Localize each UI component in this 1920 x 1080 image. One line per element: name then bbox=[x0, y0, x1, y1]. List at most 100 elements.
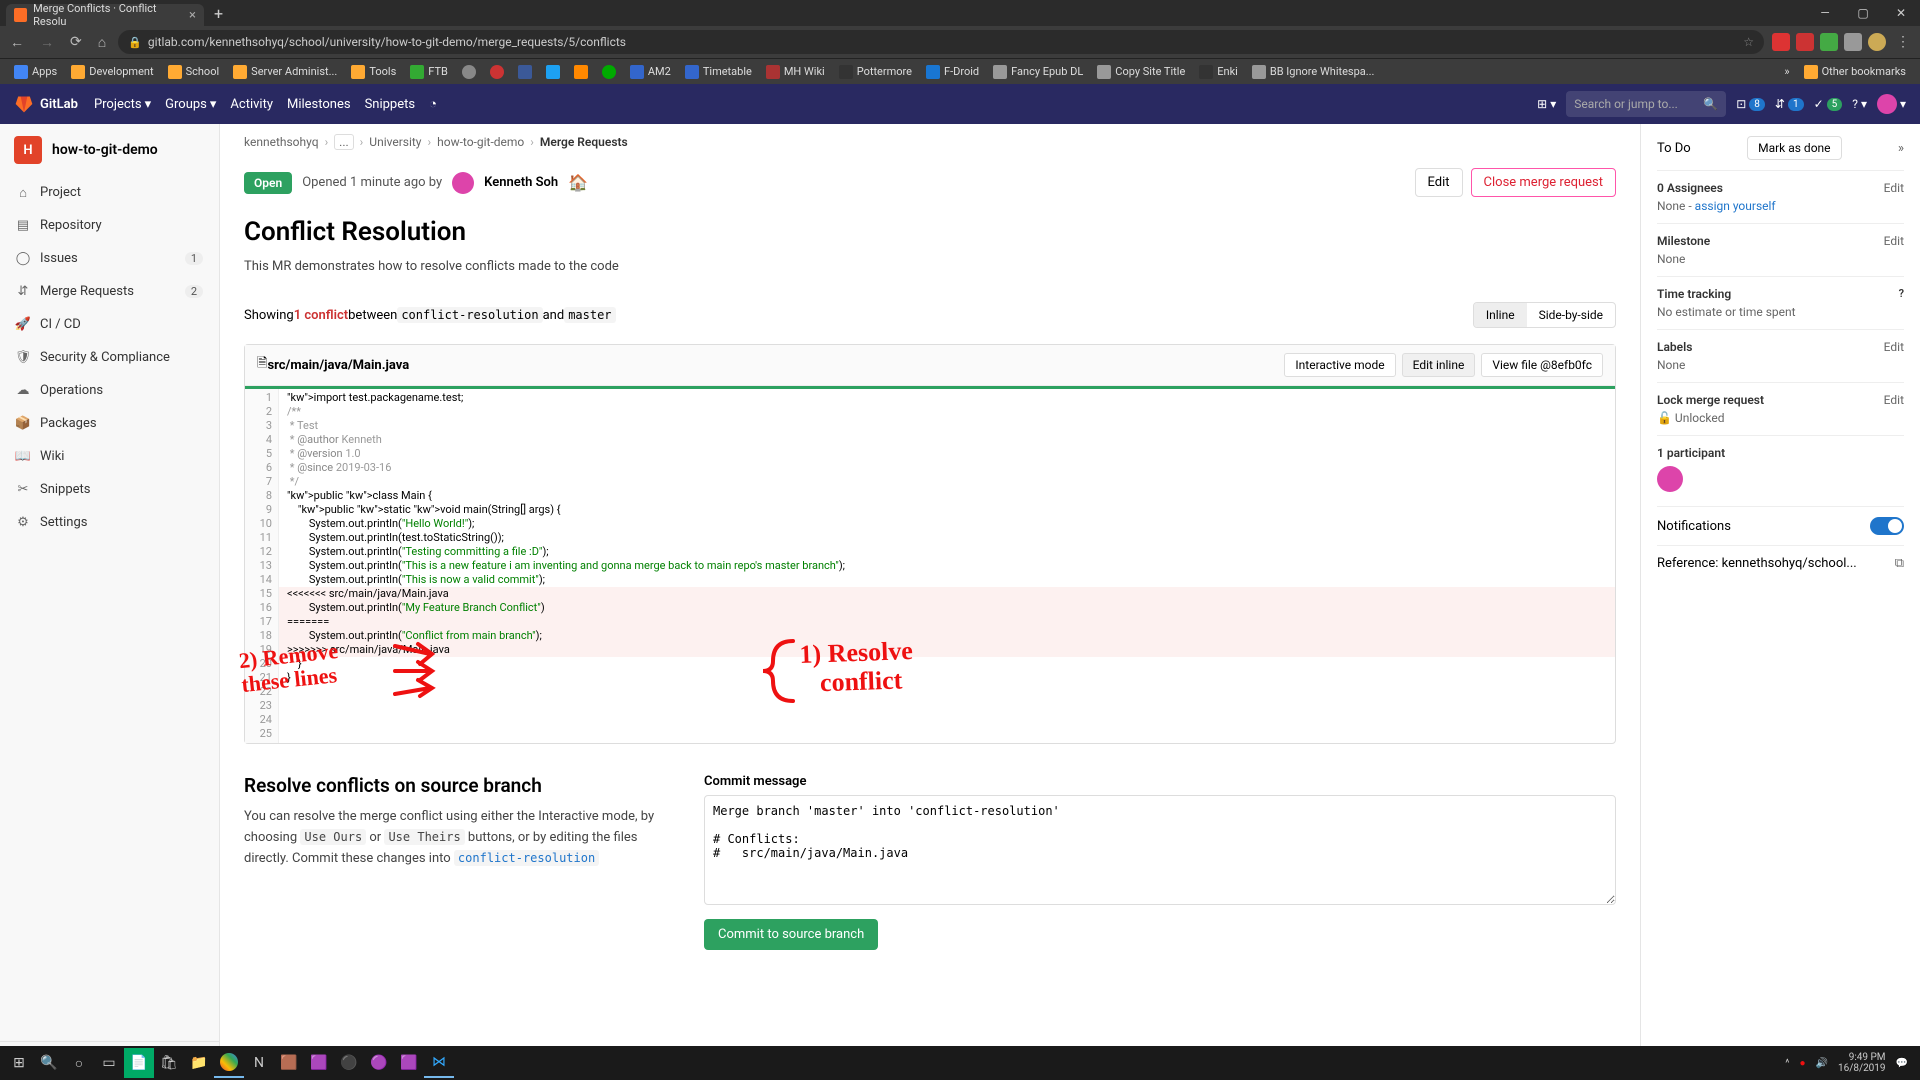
issues-counter[interactable]: ⊡8 bbox=[1736, 97, 1765, 111]
bookmark-overflow[interactable]: » bbox=[1778, 63, 1795, 80]
tab-close-icon[interactable]: × bbox=[189, 8, 196, 23]
help-dropdown[interactable]: ? ▾ bbox=[1852, 97, 1867, 111]
nav-forward-icon[interactable]: → bbox=[36, 30, 58, 55]
bookmark-item[interactable]: Server Administ... bbox=[227, 63, 343, 81]
sbs-toggle[interactable]: Side-by-side bbox=[1527, 303, 1615, 327]
bookmark-item[interactable]: Development bbox=[65, 63, 159, 81]
nav-projects[interactable]: Projects ▾ bbox=[94, 96, 151, 112]
url-input[interactable]: 🔒 gitlab.com/kennethsohyq/school/univers… bbox=[118, 30, 1764, 54]
sidebar-item-wiki[interactable]: 📖Wiki bbox=[0, 440, 219, 473]
taskbar-app[interactable]: 📁 bbox=[184, 1048, 214, 1078]
mark-done-button[interactable]: Mark as done bbox=[1747, 136, 1841, 160]
tray-icon[interactable]: ^ bbox=[1785, 1058, 1789, 1069]
bookmark-item[interactable]: Copy Site Title bbox=[1091, 63, 1191, 81]
todos-counter[interactable]: ✓5 bbox=[1814, 97, 1843, 111]
breadcrumb-ellipsis[interactable]: ... bbox=[334, 134, 354, 150]
sidebar-item-merge-requests[interactable]: ⇵Merge Requests2 bbox=[0, 275, 219, 308]
breadcrumb-item[interactable]: University bbox=[369, 135, 421, 149]
code-lines[interactable]: "kw">import test.packagename.test;/** * … bbox=[279, 389, 1615, 743]
bookmark-item[interactable]: AM2 bbox=[624, 63, 677, 81]
nav-activity[interactable]: Activity bbox=[230, 96, 273, 112]
breadcrumb-item[interactable]: how-to-git-demo bbox=[437, 135, 524, 149]
help-icon[interactable]: ? bbox=[1899, 287, 1904, 301]
plus-dropdown[interactable]: ⊞ ▾ bbox=[1537, 97, 1556, 111]
edit-link[interactable]: Edit bbox=[1884, 234, 1904, 248]
sidebar-item-cicd[interactable]: 🚀CI / CD bbox=[0, 308, 219, 341]
taskbar-app[interactable]: ⚫ bbox=[334, 1048, 364, 1078]
bookmark-item[interactable]: Timetable bbox=[679, 63, 758, 81]
sidebar-item-operations[interactable]: ☁Operations bbox=[0, 374, 219, 407]
home-icon[interactable]: ⌂ bbox=[94, 30, 110, 55]
edit-link[interactable]: Edit bbox=[1884, 393, 1904, 407]
bookmark-item[interactable]: Enki bbox=[1193, 63, 1244, 81]
nav-performance-icon[interactable]: ◔ bbox=[429, 96, 437, 112]
bookmark-item[interactable] bbox=[596, 63, 622, 81]
edit-button[interactable]: Edit bbox=[1415, 168, 1463, 197]
taskbar-app[interactable]: 🛍 bbox=[154, 1048, 184, 1078]
collapse-right-icon[interactable]: » bbox=[1898, 141, 1904, 156]
author-avatar[interactable] bbox=[452, 172, 474, 194]
nav-back-icon[interactable]: ← bbox=[6, 30, 28, 55]
bookmark-item[interactable]: FTB bbox=[404, 63, 454, 81]
ext-icon[interactable] bbox=[1844, 33, 1862, 51]
maximize-button[interactable]: ▢ bbox=[1844, 0, 1882, 26]
ext-icon[interactable] bbox=[1772, 33, 1790, 51]
close-mr-button[interactable]: Close merge request bbox=[1471, 168, 1616, 197]
bookmark-item[interactable]: Fancy Epub DL bbox=[987, 63, 1089, 81]
clock[interactable]: 9:49 PM 16/8/2019 bbox=[1838, 1052, 1886, 1074]
sidebar-item-security[interactable]: 🛡Security & Compliance bbox=[0, 341, 219, 374]
header-search[interactable]: Search or jump to... 🔍 bbox=[1566, 91, 1726, 117]
reload-icon[interactable]: ⟳ bbox=[66, 30, 86, 54]
copy-icon[interactable]: ⧉ bbox=[1895, 556, 1904, 571]
sidebar-item-settings[interactable]: ⚙Settings bbox=[0, 506, 219, 539]
ext-icon[interactable] bbox=[1796, 33, 1814, 51]
bookmark-item[interactable]: School bbox=[162, 63, 226, 81]
sidebar-item-project[interactable]: ⌂Project bbox=[0, 176, 219, 209]
bookmark-item[interactable] bbox=[512, 63, 538, 81]
bookmark-item[interactable] bbox=[456, 63, 482, 81]
taskbar-app[interactable]: 🟪 bbox=[304, 1048, 334, 1078]
participant-avatar[interactable] bbox=[1657, 466, 1683, 492]
bookmark-apps[interactable]: Apps bbox=[8, 63, 63, 81]
user-menu[interactable]: ▾ bbox=[1877, 94, 1906, 114]
commit-button[interactable]: Commit to source branch bbox=[704, 919, 878, 950]
sidebar-item-repository[interactable]: ▤Repository bbox=[0, 209, 219, 242]
author-name[interactable]: Kenneth Soh bbox=[484, 175, 558, 190]
sidebar-item-snippets[interactable]: ✂Snippets bbox=[0, 473, 219, 506]
taskbar-app[interactable]: 📄 bbox=[124, 1048, 154, 1078]
cortana-icon[interactable]: ○ bbox=[64, 1048, 94, 1078]
tray-icon[interactable]: 🔊 bbox=[1816, 1058, 1828, 1069]
browser-tab[interactable]: Merge Conflicts · Conflict Resolu × bbox=[6, 4, 204, 26]
nav-groups[interactable]: Groups ▾ bbox=[165, 96, 216, 112]
taskbar-app[interactable]: N bbox=[244, 1048, 274, 1078]
bookmark-item[interactable]: MH Wiki bbox=[760, 63, 831, 81]
bookmark-item[interactable]: Pottermore bbox=[833, 63, 918, 81]
profile-avatar-icon[interactable] bbox=[1868, 33, 1886, 51]
notifications-toggle[interactable] bbox=[1870, 517, 1904, 535]
nav-snippets[interactable]: Snippets bbox=[365, 96, 416, 112]
inline-toggle[interactable]: Inline bbox=[1474, 303, 1527, 327]
taskbar-chrome[interactable] bbox=[214, 1048, 244, 1078]
close-window-button[interactable]: ✕ bbox=[1882, 0, 1920, 26]
mr-counter[interactable]: ⇵1 bbox=[1775, 97, 1804, 111]
tray-icon[interactable]: ● bbox=[1799, 1058, 1805, 1069]
interactive-mode-button[interactable]: Interactive mode bbox=[1284, 353, 1395, 377]
sidebar-project-header[interactable]: H how-to-git-demo bbox=[0, 124, 219, 176]
nav-milestones[interactable]: Milestones bbox=[287, 96, 351, 112]
start-button[interactable]: ⊞ bbox=[4, 1048, 34, 1078]
taskview-icon[interactable]: ▭ bbox=[94, 1048, 124, 1078]
view-file-button[interactable]: View file @8efb0fc bbox=[1481, 353, 1603, 377]
sidebar-item-issues[interactable]: ◯Issues1 bbox=[0, 242, 219, 275]
sidebar-item-packages[interactable]: 📦Packages bbox=[0, 407, 219, 440]
ext-icon[interactable] bbox=[1820, 33, 1838, 51]
other-bookmarks[interactable]: Other bookmarks bbox=[1798, 63, 1912, 81]
bookmark-item[interactable]: BB Ignore Whitespa... bbox=[1246, 63, 1381, 81]
taskbar-app[interactable]: 🟫 bbox=[274, 1048, 304, 1078]
assign-yourself-link[interactable]: assign yourself bbox=[1695, 199, 1776, 213]
menu-icon[interactable]: ⋮ bbox=[1892, 30, 1914, 54]
bookmark-item[interactable]: F-Droid bbox=[920, 63, 985, 81]
code-editor[interactable]: 1234567891011121314151617181920212223242… bbox=[245, 386, 1615, 743]
bookmark-item[interactable] bbox=[568, 63, 594, 81]
edit-link[interactable]: Edit bbox=[1884, 181, 1904, 195]
gitlab-logo[interactable]: GitLab bbox=[14, 94, 78, 114]
